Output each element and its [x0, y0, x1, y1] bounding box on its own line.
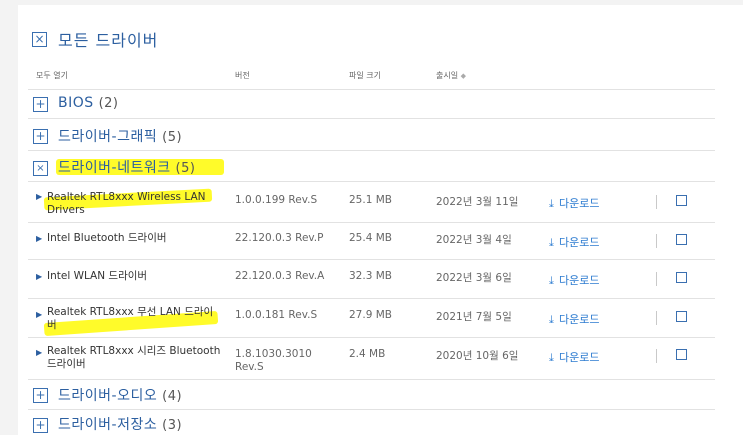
- category-label: 드라이버-오디오: [58, 388, 158, 404]
- driver-date: 2022년 3월 4일: [436, 234, 512, 246]
- driver-size: 25.1 MB: [349, 194, 392, 206]
- driver-version: 1.0.0.199 Rev.S: [235, 194, 318, 206]
- driver-version: 22.120.0.3 Rev.P: [235, 232, 324, 244]
- driver-size: 32.3 MB: [349, 270, 392, 282]
- select-checkbox[interactable]: [676, 234, 687, 245]
- category-network[interactable]: 드라이버-네트워크 (5): [58, 157, 195, 177]
- sort-icon[interactable]: ◆: [461, 72, 466, 80]
- category-graphics[interactable]: 드라이버-그래픽 (5): [58, 126, 182, 146]
- select-checkbox[interactable]: [676, 195, 687, 206]
- triangle-right-icon[interactable]: ▶: [36, 310, 42, 319]
- download-button[interactable]: ⤓ 다운로드: [549, 231, 599, 250]
- download-tray-icon: ⤓: [549, 351, 554, 364]
- select-checkbox[interactable]: [676, 272, 687, 283]
- release-date-header[interactable]: 출시일 ◆: [436, 70, 466, 81]
- driver-size: 27.9 MB: [349, 309, 392, 321]
- download-label: 다운로드: [558, 236, 600, 249]
- category-label: 드라이버-네트워크: [58, 160, 171, 176]
- release-date-label: 출시일: [436, 71, 459, 80]
- driver-size: 2.4 MB: [349, 348, 386, 360]
- driver-date: 2022년 3월 11일: [436, 196, 519, 208]
- driver-name[interactable]: Realtek RTL8xxx 시리즈 Bluetooth 드라이버: [47, 345, 222, 371]
- driver-name[interactable]: Intel WLAN 드라이버: [47, 270, 222, 283]
- category-count: (5): [162, 130, 183, 145]
- driver-date: 2020년 10월 6일: [436, 350, 519, 362]
- version-header: 버전: [235, 71, 250, 80]
- driver-version: 1.8.1030.3010 Rev.S: [235, 348, 312, 373]
- category-count: (2): [98, 96, 119, 111]
- category-bios[interactable]: BIOS (2): [58, 95, 119, 111]
- page-title: 모든 드라이버: [58, 31, 159, 50]
- plus-box-icon[interactable]: +: [33, 388, 48, 403]
- download-tray-icon: ⤓: [549, 274, 554, 287]
- x-box-icon[interactable]: ×: [33, 161, 48, 176]
- category-label: 드라이버-저장소: [58, 417, 158, 433]
- download-tray-icon: ⤓: [549, 197, 554, 210]
- plus-box-icon[interactable]: +: [33, 129, 48, 144]
- driver-date: 2022년 3월 6일: [436, 272, 512, 284]
- category-audio[interactable]: 드라이버-오디오 (4): [58, 385, 182, 405]
- category-label: BIOS: [58, 95, 94, 111]
- category-count: (3): [162, 418, 183, 433]
- triangle-right-icon[interactable]: ▶: [36, 348, 42, 357]
- plus-box-icon[interactable]: +: [33, 97, 48, 112]
- download-button[interactable]: ⤓ 다운로드: [549, 269, 599, 288]
- driver-version: 1.0.0.181 Rev.S: [235, 309, 318, 321]
- category-storage[interactable]: 드라이버-저장소 (3): [58, 414, 182, 434]
- plus-box-icon[interactable]: +: [33, 418, 48, 433]
- triangle-right-icon[interactable]: ▶: [36, 272, 42, 281]
- select-checkbox[interactable]: [676, 349, 687, 360]
- file-size-header: 파일 크기: [349, 71, 381, 80]
- category-count: (4): [162, 389, 183, 404]
- driver-name[interactable]: Realtek RTL8xxx 무선 LAN 드라이버: [47, 306, 222, 332]
- download-tray-icon: ⤓: [549, 236, 554, 249]
- download-label: 다운로드: [558, 313, 600, 326]
- select-checkbox[interactable]: [676, 311, 687, 322]
- driver-name[interactable]: Realtek RTL8xxx Wireless LAN Drivers: [47, 191, 222, 217]
- download-label: 다운로드: [558, 197, 600, 210]
- download-label: 다운로드: [558, 274, 600, 287]
- download-button[interactable]: ⤓ 다운로드: [549, 308, 599, 327]
- download-tray-icon: ⤓: [549, 313, 554, 326]
- download-button[interactable]: ⤓ 다운로드: [549, 192, 599, 211]
- driver-version: 22.120.0.3 Rev.A: [235, 270, 325, 282]
- triangle-right-icon[interactable]: ▶: [36, 234, 42, 243]
- driver-date: 2021년 7월 5일: [436, 311, 512, 323]
- download-label: 다운로드: [558, 351, 600, 364]
- download-button[interactable]: ⤓ 다운로드: [549, 346, 599, 365]
- category-count: (5): [175, 161, 196, 176]
- driver-name[interactable]: Intel Bluetooth 드라이버: [47, 232, 222, 245]
- collapse-all-icon[interactable]: ×: [32, 32, 47, 47]
- expand-all-link[interactable]: 모두 열기: [36, 70, 68, 81]
- category-label: 드라이버-그래픽: [58, 129, 158, 145]
- driver-size: 25.4 MB: [349, 232, 392, 244]
- triangle-right-icon[interactable]: ▶: [36, 192, 42, 201]
